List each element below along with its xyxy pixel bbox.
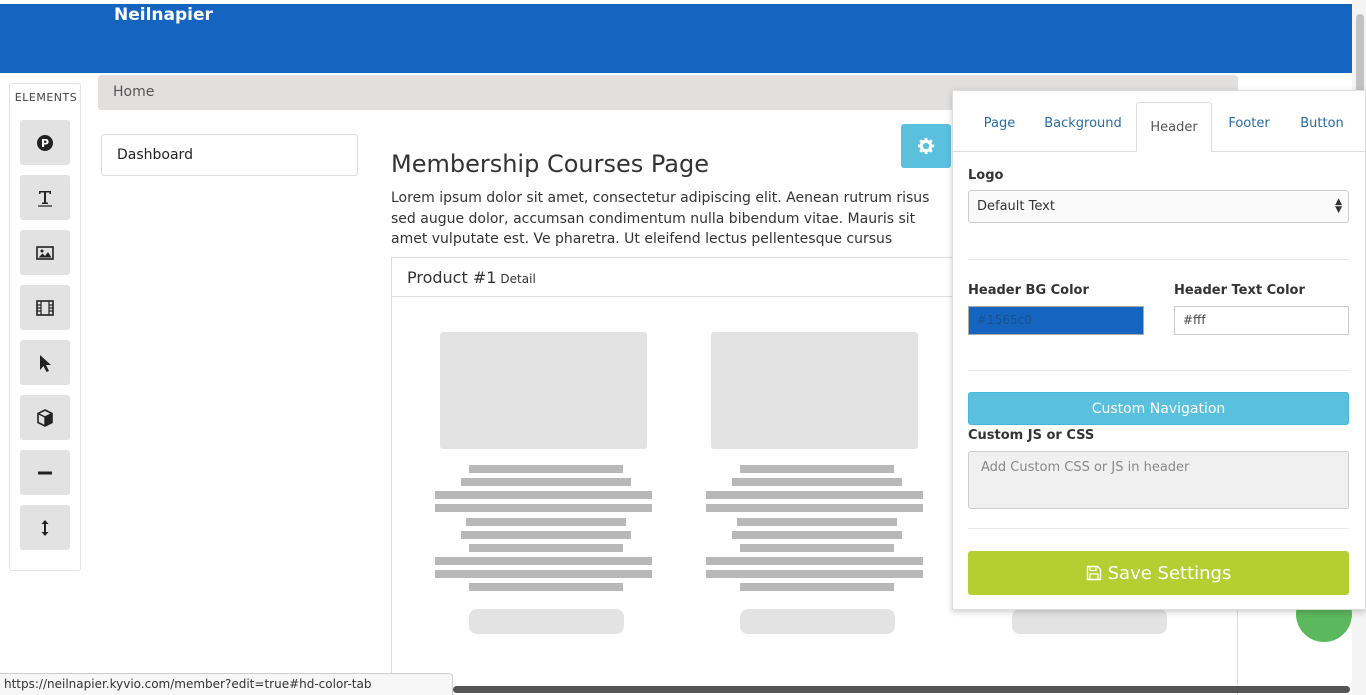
menu-item-dashboard[interactable]: Dashboard <box>101 134 358 176</box>
settings-tabs: Page Background Header Footer Button <box>953 91 1365 152</box>
placeholder-text-line <box>435 570 652 578</box>
video-icon <box>36 299 54 316</box>
placeholder-button <box>1012 609 1167 634</box>
page: Neilnapier ELEMENTS P Home Dashboard Mem… <box>0 0 1366 695</box>
element-button-spacer[interactable] <box>20 505 70 550</box>
site-header: Neilnapier <box>0 4 1352 73</box>
product-name[interactable]: Product #1 Detail <box>407 268 536 287</box>
save-settings-button[interactable]: Save Settings <box>968 551 1349 595</box>
header-text-color-label: Header Text Color <box>1174 283 1305 298</box>
placeholder-text-line <box>706 491 923 499</box>
settings-gear-button[interactable] <box>901 124 951 168</box>
elements-title: ELEMENTS <box>14 91 78 104</box>
header-bg-color-label: Header BG Color <box>968 283 1089 298</box>
element-button-button[interactable] <box>20 340 70 385</box>
svg-text:P: P <box>41 137 49 150</box>
divider <box>968 370 1349 371</box>
custom-navigation-button[interactable]: Custom Navigation <box>968 392 1349 425</box>
elements-sidebar: ELEMENTS P <box>9 83 81 571</box>
element-button-image[interactable] <box>20 230 70 275</box>
brand-name[interactable]: Neilnapier <box>114 5 213 25</box>
breadcrumb-home[interactable]: Home <box>113 84 154 100</box>
text-icon <box>38 190 52 207</box>
menu-item-dashboard-label: Dashboard <box>117 147 193 163</box>
placeholder-image <box>711 332 918 449</box>
product-name-text: Product #1 <box>407 268 497 287</box>
divider <box>968 259 1349 260</box>
placeholder-text-line <box>740 465 894 473</box>
status-bar-url: https://neilnapier.kyvio.com/member?edit… <box>0 673 453 695</box>
placeholder-text-line <box>469 583 623 591</box>
spacer-icon <box>41 519 49 536</box>
logo-select-value: Default Text <box>977 199 1055 214</box>
divider-icon <box>38 471 52 474</box>
placeholder-text-line <box>461 531 631 539</box>
image-icon <box>36 245 54 260</box>
placeholder-text-line <box>469 465 623 473</box>
tab-background[interactable]: Background <box>1033 103 1133 143</box>
page-title[interactable]: Membership Courses Page <box>391 150 709 178</box>
element-button-video[interactable] <box>20 285 70 330</box>
custom-js-css-textarea[interactable]: Add Custom CSS or JS in header <box>968 451 1349 509</box>
element-button-divider[interactable] <box>20 450 70 495</box>
placeholder-text-line <box>740 583 894 591</box>
save-settings-label: Save Settings <box>1107 562 1232 584</box>
placeholder-text-line <box>740 544 894 552</box>
cursor-icon <box>40 354 51 372</box>
horizontal-scrollbar[interactable] <box>453 686 1350 693</box>
header-bg-color-input[interactable]: #1565c0 <box>968 306 1144 335</box>
placeholder-text-line <box>435 504 652 512</box>
placeholder-text-line <box>706 557 923 565</box>
placeholder-text-line <box>469 544 623 552</box>
tab-page[interactable]: Page <box>968 103 1031 143</box>
settings-panel: Page Background Header Footer Button Log… <box>952 90 1366 610</box>
placeholder-text-line <box>435 491 652 499</box>
product-detail-link[interactable]: Detail <box>500 272 535 286</box>
gear-icon <box>917 137 935 155</box>
header-text-color-input[interactable]: #fff <box>1174 306 1349 335</box>
tab-footer[interactable]: Footer <box>1215 103 1283 143</box>
placeholder-text-line <box>706 504 923 512</box>
custom-js-css-label: Custom JS or CSS <box>968 428 1095 443</box>
placeholder-button <box>740 609 895 634</box>
placeholder-text-line <box>435 557 652 565</box>
logo-select[interactable]: Default Text ▲ ▼ <box>968 190 1349 223</box>
tab-button[interactable]: Button <box>1290 103 1354 143</box>
placeholder-image <box>440 332 647 449</box>
placeholder-button <box>469 609 624 634</box>
logo-label: Logo <box>968 168 1004 183</box>
placeholder-text-line <box>466 518 626 526</box>
element-button-paid[interactable]: P <box>20 120 70 165</box>
select-arrows-icon: ▲ ▼ <box>1335 197 1342 215</box>
placeholder-text-line <box>732 478 902 486</box>
cube-icon <box>37 408 53 427</box>
floppy-disk-icon <box>1086 565 1101 581</box>
tab-header[interactable]: Header <box>1136 102 1212 152</box>
placeholder-text-line <box>706 570 923 578</box>
p-badge-icon: P <box>37 134 53 151</box>
placeholder-text-line <box>737 518 897 526</box>
placeholder-text-line <box>732 531 902 539</box>
element-button-text[interactable] <box>20 175 70 220</box>
element-button-product[interactable] <box>20 395 70 440</box>
divider <box>968 528 1349 529</box>
placeholder-text-line <box>461 478 631 486</box>
page-description[interactable]: Lorem ipsum dolor sit amet, consectetur … <box>391 188 951 248</box>
